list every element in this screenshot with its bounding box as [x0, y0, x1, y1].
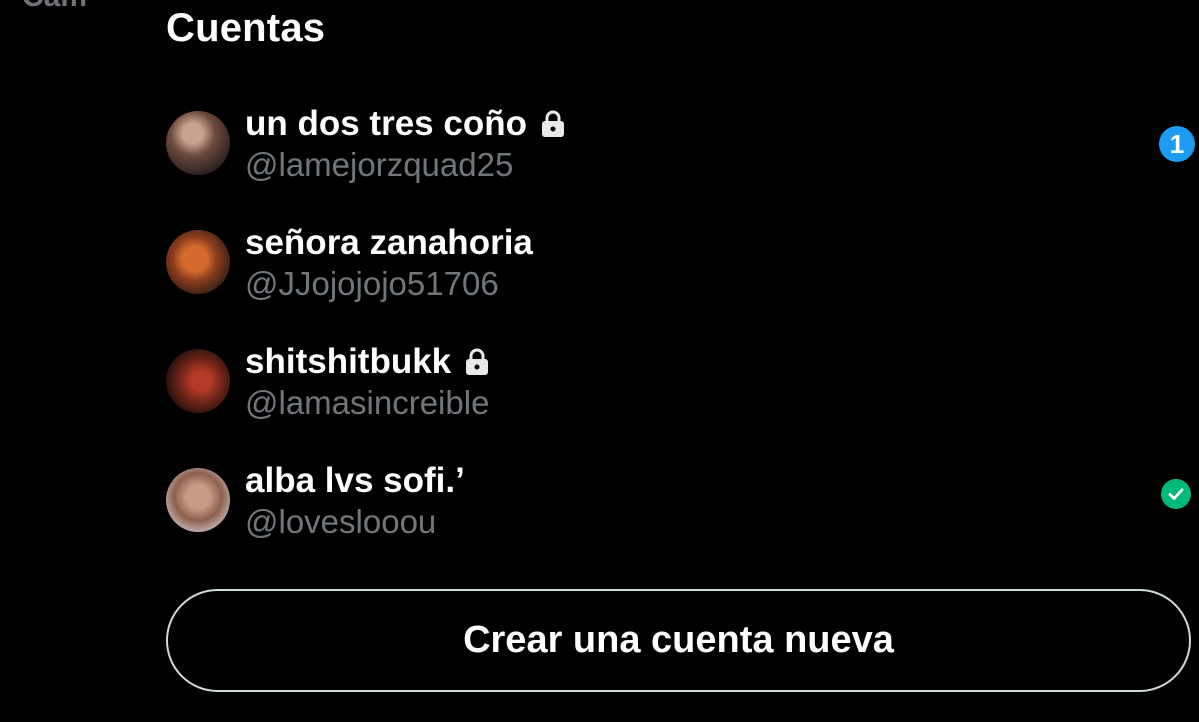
account-item[interactable]: shitshitbukk @lamasincreible [166, 342, 1199, 465]
lock-icon [465, 348, 489, 376]
partial-header-text: Cam [22, 0, 87, 14]
account-handle: @lamasincreible [245, 384, 490, 421]
account-name: un dos tres coño [245, 104, 527, 143]
account-name-row: shitshitbukk [245, 342, 489, 382]
avatar [166, 349, 230, 413]
account-info: un dos tres coño @lamejorzquad25 [245, 104, 565, 185]
account-item-active[interactable]: alba lvs sofi.ʼ @loveslooou [166, 461, 1199, 584]
account-list: un dos tres coño @lamejorzquad25 1 señor… [166, 104, 1199, 584]
account-handle: @lamejorzquad25 [245, 146, 514, 183]
account-handle: @JJojojojo51706 [245, 265, 499, 302]
avatar [166, 230, 230, 294]
avatar [166, 468, 230, 532]
account-handle: @loveslooou [245, 503, 437, 540]
check-icon [1161, 479, 1191, 509]
account-item[interactable]: un dos tres coño @lamejorzquad25 1 [166, 104, 1199, 227]
notification-count-badge: 1 [1159, 126, 1195, 162]
account-name: alba lvs sofi.ʼ [245, 461, 465, 500]
account-name: señora zanahoria [245, 223, 533, 262]
account-name-row: señora zanahoria [245, 223, 533, 263]
account-info: señora zanahoria @JJojojojo51706 [245, 223, 533, 304]
account-name-row: alba lvs sofi.ʼ [245, 461, 465, 501]
account-info: shitshitbukk @lamasincreible [245, 342, 490, 423]
account-item[interactable]: señora zanahoria @JJojojojo51706 [166, 223, 1199, 346]
page-title: Cuentas [166, 6, 326, 50]
lock-icon [541, 110, 565, 138]
create-account-button[interactable]: Crear una cuenta nueva [166, 589, 1191, 692]
account-info: alba lvs sofi.ʼ @loveslooou [245, 461, 465, 542]
account-name: shitshitbukk [245, 342, 452, 381]
account-name-row: un dos tres coño [245, 104, 565, 144]
avatar [166, 111, 230, 175]
